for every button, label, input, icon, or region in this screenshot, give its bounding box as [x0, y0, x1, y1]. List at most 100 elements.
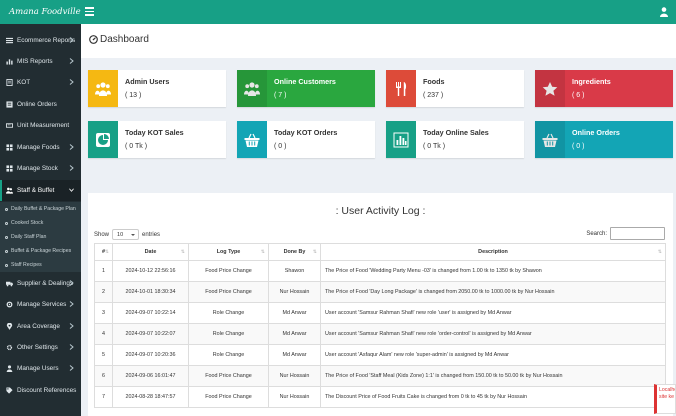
- stat-card-admin-users[interactable]: Admin Users ( 13 ): [88, 70, 226, 107]
- sidebar-item-kot[interactable]: KOT: [0, 72, 81, 93]
- activity-log-panel: : User Activity Log : Show 10 entries Se…: [88, 193, 673, 416]
- sidebar-item-label: Area Coverage: [17, 323, 60, 330]
- sidebar-item-discount-references[interactable]: Discount References: [0, 380, 81, 401]
- table-row: 1 2024-10-12 22:56:16 Food Price Change Sha…: [94, 260, 666, 282]
- page-size-select[interactable]: 10: [112, 229, 140, 240]
- sidebar-toggle-icon[interactable]: [85, 7, 94, 16]
- grid-icon: [5, 144, 13, 152]
- stat-card-value: ( 237 ): [423, 92, 444, 99]
- column-header-index[interactable]: # ⇅: [94, 243, 113, 261]
- column-header-date[interactable]: Date ⇅: [112, 243, 189, 261]
- table-cell: User account 'Samsur Rahman Shafi' new r…: [320, 302, 666, 324]
- sidebar-subitem-daily-staff-plan[interactable]: Daily Staff Plan: [0, 230, 81, 244]
- sidebar-item-label: Online Orders: [17, 101, 57, 108]
- localhost-notice-badge[interactable]: Localho site ke: [654, 384, 676, 414]
- sidebar-item-mis-reports[interactable]: MIS Reports: [0, 51, 81, 72]
- stat-card-online-orders[interactable]: Online Orders ( 0 ): [535, 121, 673, 158]
- stat-card-value: ( 0 ): [572, 143, 585, 150]
- list-icon: [5, 37, 13, 45]
- sidebar-item-manage-foods[interactable]: Manage Foods: [0, 137, 81, 158]
- ruler-icon: [5, 122, 13, 130]
- activity-log-title: : User Activity Log :: [335, 205, 426, 217]
- sidebar-item-staff-and-buffet[interactable]: Staff & Buffet: [0, 180, 81, 201]
- basket-icon: [535, 121, 565, 158]
- stat-card-title: Today Online Sales: [423, 128, 489, 137]
- dashboard-icon: [89, 35, 98, 44]
- sidebar-subitem-label: Staff Recipes: [11, 262, 42, 268]
- table-cell: Food Price Change: [188, 365, 269, 387]
- table-row: 5 2024-09-07 10:20:36 Role Change Md Anwar U…: [94, 344, 666, 366]
- table-row: 7 2024-08-28 18:47:57 Food Price Change Nur…: [94, 386, 666, 408]
- sidebar-item-manage-stock[interactable]: Manage Stock: [0, 158, 81, 179]
- bar-chart-icon: [386, 121, 416, 158]
- pie-icon: [88, 121, 118, 158]
- stat-card-title: Online Orders: [572, 128, 620, 137]
- table-cell: Food Price Change: [188, 260, 269, 282]
- stat-card-title: Ingredients: [572, 77, 611, 86]
- grid-icon: [5, 165, 13, 173]
- sidebar-item-label: Manage Stock: [17, 165, 58, 172]
- circle-icon: [5, 207, 8, 211]
- sidebar-item-supplier-and-dealings[interactable]: Supplier & Dealings: [0, 273, 81, 294]
- table-cell: The Price of Food 'Day Long Package' is …: [320, 281, 666, 303]
- brand-logo[interactable]: Amana Foodville: [0, 0, 81, 24]
- table-cell: Nur Hossain: [268, 365, 321, 387]
- stat-card-today-online-sales[interactable]: Today Online Sales ( 0 Tk ): [386, 121, 524, 158]
- search-input[interactable]: [610, 227, 665, 240]
- sidebar-subitem-label: Daily Buffet & Package Plan: [11, 206, 76, 212]
- column-header-done-by[interactable]: Done By ⇅: [268, 243, 321, 261]
- table-cell: 7: [94, 386, 113, 408]
- sidebar-subitem-buffet-and-package-recipes[interactable]: Buffet & Package Recipes: [0, 244, 81, 258]
- sidebar-item-other-settings[interactable]: Other Settings: [0, 337, 81, 358]
- sidebar-item-label: Staff & Buffet: [17, 187, 55, 194]
- table-row: 6 2024-09-06 16:01:47 Food Price Change Nur…: [94, 365, 666, 387]
- sidebar-item-ecommerce-reports[interactable]: Ecommerce Reports: [0, 30, 81, 51]
- sidebar-subitem-label: Cooked Stock: [11, 220, 44, 226]
- star-icon: [535, 70, 565, 107]
- sidebar-item-label: KOT: [17, 79, 31, 86]
- table-cell: Food Price Change: [188, 281, 269, 303]
- stat-card-today-kot-sales[interactable]: Today KOT Sales ( 0 Tk ): [88, 121, 226, 158]
- user-menu-icon[interactable]: [660, 7, 668, 17]
- stat-card-ingredients[interactable]: Ingredients ( 6 ): [535, 70, 673, 107]
- table-cell: The Price of Food 'Staff Meal (Kids Zone…: [320, 365, 666, 387]
- table-cell: 2: [94, 281, 113, 303]
- sidebar-subitem-daily-buffet-and-package-plan[interactable]: Daily Buffet & Package Plan: [0, 202, 81, 216]
- table-cell: 2024-09-07 10:22:07: [112, 323, 189, 345]
- table-row: 3 2024-09-07 10:22:14 Role Change Md Anwar U…: [94, 302, 666, 324]
- users-icon: [237, 70, 267, 107]
- content-header: Dashboard: [81, 24, 676, 58]
- table-cell: 2024-09-07 10:20:36: [112, 344, 189, 366]
- sidebar-item-online-orders[interactable]: Online Orders: [0, 94, 81, 115]
- stat-card-online-customers[interactable]: Online Customers ( 7 ): [237, 70, 375, 107]
- table-cell: 2024-08-28 18:47:57: [112, 386, 189, 408]
- sidebar-item-label: Manage Foods: [17, 144, 60, 151]
- stat-card-foods[interactable]: Foods ( 237 ): [386, 70, 524, 107]
- circle-icon: [5, 249, 8, 253]
- column-header-log-type[interactable]: Log Type ⇅: [188, 243, 269, 261]
- table-cell: Shawon: [268, 260, 321, 282]
- table-cell: User account 'Samsur Rahman Shafi' new r…: [320, 323, 666, 345]
- table-row: 4 2024-09-07 10:22:07 Role Change Md Anwar U…: [94, 323, 666, 345]
- sidebar-item-label: Manage Services: [17, 301, 67, 308]
- sort-icon: ⇅: [104, 249, 109, 255]
- sidebar-item-area-coverage[interactable]: Area Coverage: [0, 316, 81, 337]
- column-header-description[interactable]: Description ⇅: [320, 243, 666, 261]
- sidebar-subitem-cooked-stock[interactable]: Cooked Stock: [0, 216, 81, 230]
- table-cell: 4: [94, 323, 113, 345]
- sidebar-item-label: Discount References: [17, 387, 77, 394]
- stat-card-value: ( 7 ): [274, 92, 287, 99]
- sidebar-item-label: Manage Users: [17, 365, 59, 372]
- table-cell: 5: [94, 344, 113, 366]
- sidebar-item-manage-users[interactable]: Manage Users: [0, 358, 81, 379]
- top-navbar: [0, 0, 676, 24]
- table-cell: Md Anwar: [268, 344, 321, 366]
- sidebar-item-label: Other Settings: [17, 344, 58, 351]
- sidebar-item-unit-measurement[interactable]: Unit Measurement: [0, 115, 81, 136]
- stat-card-today-kot-orders[interactable]: Today KOT Orders ( 0 ): [237, 121, 375, 158]
- stat-card-value: ( 13 ): [125, 92, 142, 99]
- sidebar-item-manage-services[interactable]: Manage Services: [0, 294, 81, 315]
- sidebar-subitem-staff-recipes[interactable]: Staff Recipes: [0, 258, 81, 272]
- cog-icon: [5, 344, 13, 352]
- receipt-icon: [5, 79, 13, 87]
